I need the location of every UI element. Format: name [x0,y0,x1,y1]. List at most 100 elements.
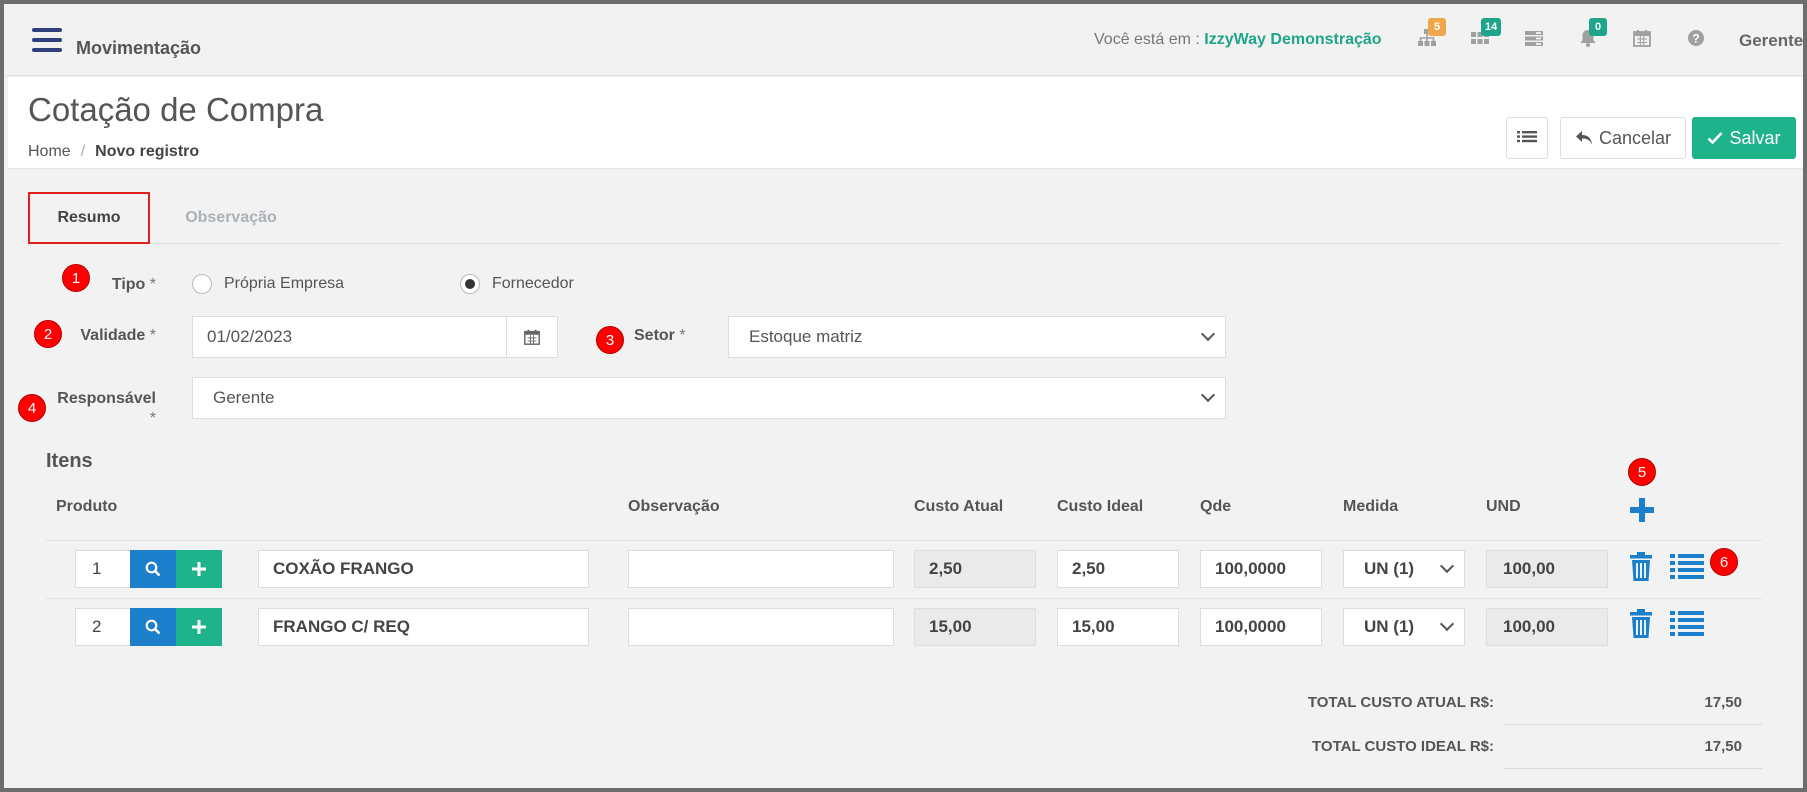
custo-ideal-input[interactable]: 15,00 [1057,608,1179,646]
totals-divider [1504,724,1762,725]
product-name-input[interactable]: FRANGO C/ REQ [258,608,589,646]
setor-selected-value: Estoque matriz [749,327,863,346]
list-icon [1670,611,1704,636]
bell-badge: 0 [1589,18,1607,36]
radio-fornecedor[interactable]: Fornecedor [460,274,574,294]
date-picker-button[interactable] [506,316,558,358]
calendar-icon[interactable] [1631,28,1653,50]
breadcrumb-home[interactable]: Home [28,143,71,160]
cancel-button[interactable]: Cancelar [1560,117,1686,159]
col-header-observacao: Observação [628,498,720,515]
plus-icon [192,562,206,576]
list-view-button[interactable] [1506,117,1548,159]
location-company-link[interactable]: IzzyWay Demonstração [1204,31,1381,48]
setor-label-text: Setor [634,327,675,344]
annotation-marker-2: 2 [34,320,62,348]
required-marker: * [149,327,156,344]
responsavel-label: Responsável * [48,389,156,429]
custo-atual-field: 15,00 [914,608,1036,646]
responsavel-selected-value: Gerente [213,388,275,407]
und-field: 100,00 [1486,550,1608,588]
setor-label: Setor * [634,327,694,345]
col-header-medida: Medida [1343,498,1399,515]
custo-ideal-input[interactable]: 2,50 [1057,550,1179,588]
qde-input[interactable]: 100,0000 [1200,550,1322,588]
server-icon[interactable] [1523,28,1545,50]
tipo-label-text: Tipo [111,276,146,293]
radio-dot-propria [192,274,212,294]
help-glyph: ? [1688,30,1704,46]
page-header: Cotação de Compra Home / Novo registro Can… [8,77,1803,169]
radio-propria-empresa[interactable]: Própria Empresa [192,274,344,294]
medida-selected-value: UN (1) [1364,559,1415,578]
required-marker: * [679,327,686,344]
trash-icon [1630,552,1652,581]
total-custo-ideal-label: TOTAL CUSTO IDEAL R$: [1312,738,1494,755]
radio-dot-fornecedor [460,274,480,294]
delete-item-button[interactable] [1628,609,1656,639]
annotation-marker-5: 5 [1628,458,1656,486]
item-details-button[interactable] [1670,610,1704,636]
chevron-down-icon [1200,387,1216,403]
col-header-und: UND [1486,498,1521,515]
add-product-button[interactable] [176,550,222,588]
save-label: Salvar [1729,127,1781,148]
help-icon[interactable]: ? [1685,28,1707,50]
tab-resumo[interactable]: Resumo [28,192,150,244]
save-button[interactable]: Salvar [1692,117,1796,159]
trash-icon [1630,609,1652,638]
sitemap-badge: 5 [1428,18,1446,36]
required-marker: * [149,276,156,293]
chevron-down-icon [1439,616,1455,632]
location-prefix: Você está em : [1094,31,1200,48]
cancel-label: Cancelar [1598,127,1672,148]
sitemap-icon[interactable]: 5 [1416,18,1446,50]
und-field: 100,00 [1486,608,1608,646]
responsavel-label-text: Responsável [57,390,156,407]
calendar-glyph [1633,30,1651,47]
annotation-marker-3: 3 [596,326,624,354]
product-name-input[interactable]: COXÃO FRANGO [258,550,589,588]
required-marker: * [149,410,156,427]
totals-divider [1504,768,1762,769]
user-menu[interactable]: Gerente [1739,31,1803,51]
page-title: Cotação de Compra [28,91,324,128]
search-icon [145,619,161,635]
item-observacao-input[interactable] [628,608,894,646]
total-custo-ideal-value: 17,50 [1704,738,1742,755]
add-item-button[interactable] [1628,496,1656,524]
responsavel-select[interactable]: Gerente [192,377,1226,419]
medida-select[interactable]: UN (1) [1343,608,1465,646]
add-product-button[interactable] [176,608,222,646]
tab-observacao[interactable]: Observação [156,192,306,244]
col-header-produto: Produto [56,498,118,515]
check-icon [1708,132,1723,145]
item-number-input[interactable]: 2 [75,608,131,646]
tipo-label: Tipo * [100,276,156,294]
search-icon [145,561,161,577]
radio-fornecedor-label: Fornecedor [492,275,574,292]
delete-item-button[interactable] [1628,552,1656,582]
company-location: Você está em : IzzyWay Demonstração [1094,31,1382,49]
search-product-button[interactable] [130,550,176,588]
item-details-button[interactable] [1670,553,1704,579]
menu-hamburger-icon[interactable] [32,28,62,52]
items-section-title: Itens [46,450,93,472]
grid-icon[interactable]: 14 [1469,18,1502,50]
breadcrumb-separator: / [80,143,86,160]
bell-icon[interactable]: 0 [1577,18,1607,50]
item-observacao-input[interactable] [628,550,894,588]
annotation-marker-6: 6 [1710,548,1738,576]
item-number-input[interactable]: 1 [75,550,131,588]
list-icon [1670,554,1704,579]
grid-badge: 14 [1481,18,1502,36]
search-product-button[interactable] [130,608,176,646]
validade-date-input[interactable]: 01/02/2023 [192,316,507,358]
col-header-qde: Qde [1200,498,1232,515]
qde-input[interactable]: 100,0000 [1200,608,1322,646]
validade-label: Validade * [66,327,156,345]
form-tabs: Resumo Observação [28,192,1780,244]
medida-select[interactable]: UN (1) [1343,550,1465,588]
medida-selected-value: UN (1) [1364,617,1415,636]
setor-select[interactable]: Estoque matriz [728,316,1226,358]
